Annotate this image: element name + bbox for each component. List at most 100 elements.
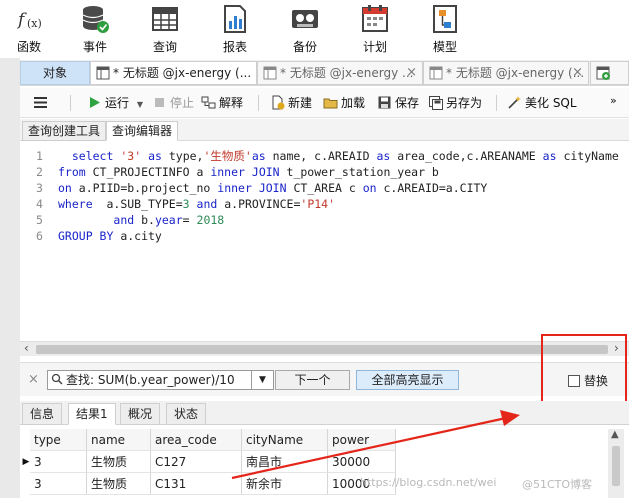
save-button[interactable]: 保存 — [377, 93, 419, 113]
toolbar-label: 事件 — [82, 40, 107, 54]
cell-value: 生物质 — [91, 477, 128, 491]
scroll-up-icon[interactable]: ▲ — [611, 429, 619, 440]
tab-query-3[interactable]: * 无标题 @jx-energy (... × — [423, 61, 589, 85]
chevron-down-icon[interactable]: ▼ — [137, 100, 143, 109]
table-cell[interactable]: 南昌市 — [242, 451, 328, 473]
more-chevron-icon[interactable]: » — [610, 91, 617, 111]
search-icon — [51, 373, 63, 385]
table-cell[interactable]: C127 — [151, 451, 242, 473]
query-tab-icon — [429, 66, 443, 80]
stop-button[interactable]: 停止 — [152, 93, 194, 113]
tab-query-builder[interactable]: 查询创建工具 — [22, 121, 107, 141]
line-number: 6 — [36, 229, 43, 243]
sql-editor[interactable]: 1 select '3' as type,'生物质'as name, c.ARE… — [20, 143, 629, 343]
column-header[interactable]: area_code — [151, 429, 242, 451]
code-line: 2 from CT_PROJECTINFO a inner JOIN t_powe… — [20, 164, 439, 180]
editor-horizontal-scrollbar[interactable]: ‹ › — [20, 341, 629, 356]
menu-button[interactable] — [33, 93, 51, 113]
column-header-label: power — [332, 433, 370, 447]
toolbar-label: 计划 — [362, 40, 387, 54]
query-grid-icon — [152, 7, 178, 31]
column-header[interactable]: type — [30, 429, 87, 451]
tab-new-query[interactable] — [590, 61, 629, 85]
tab-label: 状态 — [174, 407, 199, 421]
table-cell[interactable]: 30000 — [328, 451, 396, 473]
scrollbar-thumb[interactable] — [36, 345, 608, 354]
tab-label: 查询创建工具 — [28, 124, 101, 138]
line-number: 1 — [36, 149, 43, 163]
cell-value: C127 — [155, 455, 187, 469]
svg-text:(x): (x) — [27, 17, 42, 30]
tab-status[interactable]: 状态 — [166, 403, 207, 425]
find-input[interactable]: 查找: SUM(b.year_power)/10 — [47, 370, 252, 390]
table-cell[interactable]: C131 — [151, 473, 242, 495]
run-label: 运行 — [105, 96, 130, 110]
find-next-label: 下一个 — [294, 373, 331, 387]
toolbar-model-button[interactable]: 模型 — [416, 0, 474, 58]
code-line: 4 where a.SUB_TYPE=3 and a.PROVINCE='P14' — [20, 196, 335, 212]
table-cell[interactable]: 生物质 — [87, 451, 151, 473]
column-header[interactable]: name — [87, 429, 151, 451]
chevron-down-icon[interactable]: ▼ — [252, 370, 274, 390]
result-tabs: 信息 结果1 概况 状态 — [20, 401, 629, 425]
toolbar-event-button[interactable]: 事件 — [66, 0, 124, 58]
scrollbar-thumb[interactable] — [612, 446, 620, 486]
table-cell[interactable]: 新余市 — [242, 473, 328, 495]
function-icon: f (x) — [16, 10, 42, 30]
save-as-button[interactable]: 另存为 — [428, 93, 482, 113]
highlight-all-button[interactable]: 全部高亮显示 — [356, 370, 459, 390]
find-next-button[interactable]: 下一个 — [275, 370, 350, 390]
toolbar-report-button[interactable]: 报表 — [206, 0, 264, 58]
toolbar-label: 模型 — [432, 40, 457, 54]
line-number: 4 — [36, 197, 43, 211]
toolbar-schedule-button[interactable]: 计划 — [346, 0, 404, 58]
tab-info[interactable]: 信息 — [22, 403, 63, 425]
close-icon[interactable]: × — [28, 372, 39, 387]
load-button[interactable]: 加载 — [323, 93, 365, 113]
scroll-left-icon[interactable]: ‹ — [24, 341, 29, 355]
code-line: 5 and b.year= 2018 — [20, 212, 224, 228]
find-bar: × 查找: SUM(b.year_power)/10 ▼ 下一个 全部高亮显示 … — [20, 362, 629, 396]
load-label: 加载 — [341, 96, 366, 110]
find-query-text: 查找: SUM(b.year_power)/10 — [66, 373, 235, 387]
toolbar-query-button[interactable]: 查询 — [136, 0, 194, 58]
tab-label: * 无标题 @jx-energy ... — [280, 66, 414, 80]
tab-overview[interactable]: 概况 — [120, 403, 161, 425]
tab-result1[interactable]: 结果1 — [68, 403, 116, 425]
toolbar-backup-button[interactable]: 备份 — [276, 0, 334, 58]
backup-tape-icon — [292, 10, 318, 28]
hamburger-icon — [34, 97, 47, 108]
toolbar-label: 备份 — [292, 40, 317, 54]
tab-label: 查询编辑器 — [112, 124, 173, 138]
tab-label: * 无标题 @jx-energy (... — [113, 66, 252, 80]
run-button[interactable]: 运行 ▼ — [87, 93, 143, 113]
tab-query-editor[interactable]: 查询编辑器 — [106, 121, 179, 141]
toolbar-label: 报表 — [222, 40, 247, 54]
close-icon[interactable]: × — [572, 62, 583, 84]
column-header-label: type — [34, 433, 61, 447]
table-cell[interactable]: 3 — [30, 451, 87, 473]
tab-objects[interactable]: 对象 — [20, 61, 90, 85]
highlight-all-label: 全部高亮显示 — [371, 373, 444, 387]
column-header-label: name — [91, 433, 126, 447]
tab-query-2[interactable]: * 无标题 @jx-energy ... × — [257, 61, 423, 85]
explain-button[interactable]: 解释 — [201, 93, 243, 113]
cell-value: 新余市 — [246, 477, 283, 491]
new-button[interactable]: 新建 — [270, 93, 312, 113]
toolbar-divider — [258, 95, 259, 111]
close-icon[interactable]: × — [406, 62, 417, 84]
tab-query-1[interactable]: * 无标题 @jx-energy (... — [90, 61, 257, 85]
svg-text:f: f — [16, 10, 27, 30]
beautify-sql-button[interactable]: 美化 SQL — [507, 93, 577, 113]
table-cell[interactable]: 3 — [30, 473, 87, 495]
calendar-icon — [362, 5, 388, 32]
grid-vertical-scrollbar[interactable]: ▲ — [608, 429, 624, 498]
column-header[interactable]: cityName — [242, 429, 328, 451]
column-header-label: cityName — [246, 433, 304, 447]
toolbar-function-button[interactable]: f (x) 函数 — [0, 0, 58, 58]
table-cell[interactable]: 生物质 — [87, 473, 151, 495]
tab-label: 对象 — [42, 66, 67, 80]
stop-label: 停止 — [170, 96, 195, 110]
column-header[interactable]: power — [328, 429, 396, 451]
tab-label: 信息 — [30, 407, 55, 421]
